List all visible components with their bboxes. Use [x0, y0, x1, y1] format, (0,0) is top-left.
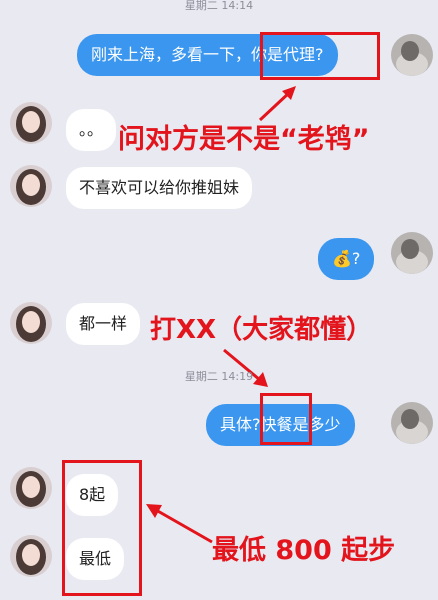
annotation-label: 最低 800 起步: [212, 535, 396, 566]
woman-avatar-icon: [10, 302, 52, 344]
message-bubble-outgoing[interactable]: 💰?: [318, 238, 375, 280]
message-text: 具体?: [220, 415, 261, 434]
message-text: 都一样: [79, 314, 128, 333]
timestamp: 星期二 14:14: [184, 0, 254, 12]
right-avatar[interactable]: [391, 232, 433, 274]
message-bubble-incoming[interactable]: 都一样: [66, 303, 141, 345]
money-bag-icon: 💰: [332, 249, 352, 268]
highlight-box: [260, 32, 380, 80]
right-avatar[interactable]: [391, 34, 433, 76]
left-avatar[interactable]: [10, 102, 52, 144]
woman-avatar-icon: [10, 165, 52, 207]
timestamp: 星期二 14:19: [184, 370, 254, 383]
user-avatar-icon: [391, 232, 433, 274]
left-avatar[interactable]: [10, 535, 52, 577]
woman-avatar-icon: [10, 102, 52, 144]
message-bubble-incoming[interactable]: 不喜欢可以给你推姐妹: [66, 167, 253, 209]
left-avatar[interactable]: [10, 467, 52, 509]
message-text: 不喜欢可以给你推姐妹: [79, 178, 240, 197]
left-avatar[interactable]: [10, 302, 52, 344]
user-avatar-icon: [391, 34, 433, 76]
user-avatar-icon: [391, 402, 433, 444]
message-bubble-incoming[interactable]: 。。: [66, 109, 117, 151]
message-text: ?: [351, 249, 361, 268]
right-avatar[interactable]: [391, 402, 433, 444]
annotation-label: 问对方是不是“老鸨”: [118, 124, 370, 155]
annotation-label: 打XX（大家都懂）: [150, 315, 373, 345]
woman-avatar-icon: [10, 467, 52, 509]
highlight-box: [62, 460, 142, 596]
arrow-icon: [146, 504, 213, 544]
woman-avatar-icon: [10, 535, 52, 577]
left-avatar[interactable]: [10, 165, 52, 207]
message-text: 。。: [79, 120, 104, 139]
highlight-box: [260, 393, 312, 445]
arrow-icon: [223, 348, 268, 387]
message-text: 刚来上海，多看一下，: [91, 45, 252, 64]
